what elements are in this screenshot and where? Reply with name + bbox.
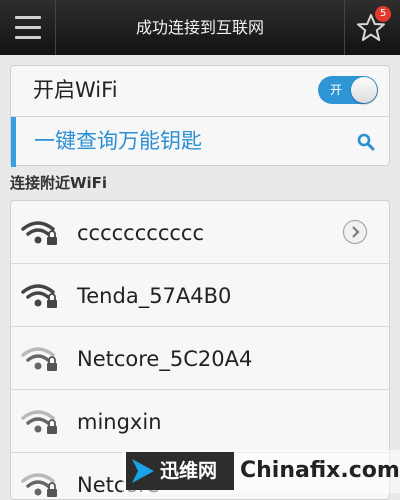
wifi-toggle-label: 开启WiFi: [33, 78, 118, 102]
hamburger-icon: [14, 16, 41, 19]
hamburger-icon: [14, 26, 41, 29]
wifi-toggle[interactable]: 开: [318, 76, 378, 104]
wifi-toggle-row: 开启WiFi 开: [11, 66, 389, 116]
wifi-detail-button[interactable]: [343, 220, 367, 244]
search-icon: [357, 133, 375, 151]
toggle-knob: [351, 77, 377, 103]
wifi-list-item[interactable]: ccccccccccc: [11, 201, 389, 264]
chevron-right-icon: [352, 226, 360, 238]
wifi-ssid: mingxin: [77, 410, 162, 434]
key-search-label: 一键查询万能钥匙: [34, 129, 202, 153]
notification-badge: 5: [375, 6, 391, 22]
key-search-row[interactable]: 一键查询万能钥匙: [11, 117, 389, 167]
watermark-site: Chinafix.com: [240, 458, 400, 483]
toggle-state-text: 开: [330, 83, 343, 97]
wifi-ssid: ccccccccccc: [77, 221, 205, 245]
wifi-ssid: Tenda_57A4B0: [77, 284, 232, 308]
settings-card: 开启WiFi 开 一键查询万能钥匙: [10, 65, 390, 167]
watermark-logo-text: 迅维网: [160, 460, 218, 482]
top-bar: 成功连接到互联网 5: [0, 0, 400, 55]
wifi-signal-locked-icon: [21, 473, 57, 497]
wifi-signal-locked-icon: [21, 284, 57, 308]
watermark: 迅维网 Chinafix.com: [122, 450, 400, 493]
watermark-logo: 迅维网: [126, 452, 234, 490]
wifi-signal-locked-icon: [21, 221, 57, 245]
wifi-ssid: Netcore_5C20A4: [77, 347, 253, 371]
wifi-list-item[interactable]: mingxin: [11, 390, 389, 453]
section-title: 连接附近WiFi: [10, 174, 108, 192]
favorites-button[interactable]: 5: [344, 0, 400, 55]
hamburger-icon: [14, 36, 41, 39]
wifi-list-item[interactable]: Netcore_5C20A4: [11, 327, 389, 390]
wifi-signal-locked-icon: [21, 410, 57, 434]
wifi-signal-locked-icon: [21, 347, 57, 371]
menu-button[interactable]: [0, 0, 56, 55]
wifi-list-item[interactable]: Tenda_57A4B0: [11, 264, 389, 327]
page-title: 成功连接到互联网: [135, 18, 264, 37]
logo-arrow-icon: [132, 459, 154, 483]
